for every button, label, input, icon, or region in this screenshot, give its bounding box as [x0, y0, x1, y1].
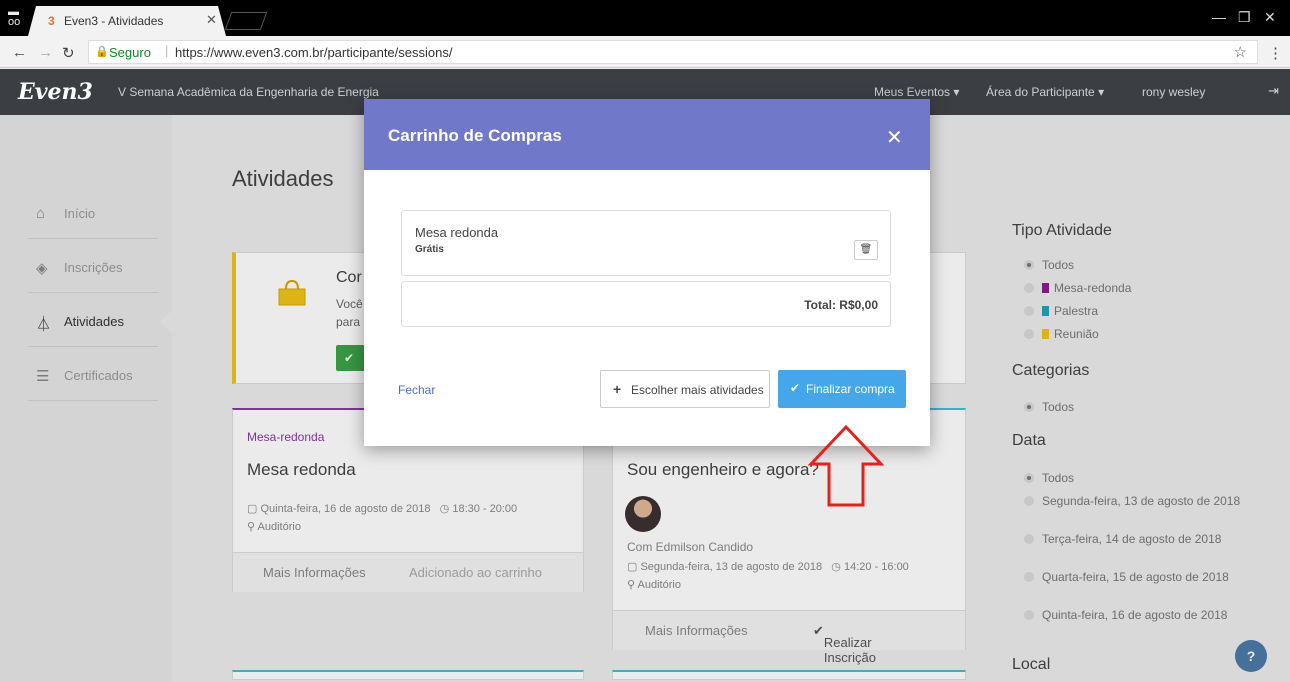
tab-title: Even3 - Atividades — [64, 14, 164, 28]
even3-logo[interactable]: Even3 — [18, 79, 93, 105]
secure-label: Seguro — [109, 45, 151, 60]
address-separator: | — [165, 43, 169, 58]
cart-item: Mesa redonda Grátis 🗑 — [401, 210, 891, 276]
incognito-icon: ▬ oo — [8, 6, 21, 28]
annotation-arrow-icon — [808, 424, 884, 507]
cart-item-price: Grátis — [415, 244, 444, 255]
url-text[interactable]: https://www.even3.com.br/participante/se… — [175, 45, 452, 60]
button-label: Finalizar compra — [806, 382, 895, 396]
cart-modal: Carrinho de Compras ✕ Mesa redonda Gráti… — [364, 99, 930, 446]
close-window-icon[interactable]: ✕ — [1264, 9, 1276, 26]
plus-icon: + — [613, 381, 622, 397]
lock-icon: 🔒 — [95, 46, 109, 58]
modal-title: Carrinho de Compras — [388, 126, 562, 145]
nav-user-name[interactable]: rony wesley — [1142, 85, 1205, 99]
tab-favicon: 3 — [48, 14, 55, 28]
trash-icon[interactable]: 🗑 — [854, 240, 878, 260]
choose-more-activities-button[interactable]: + Escolher mais atividades — [600, 370, 770, 408]
close-icon[interactable]: ✕ — [886, 125, 903, 150]
new-tab-button[interactable] — [224, 12, 268, 30]
forward-icon[interactable]: → — [38, 44, 53, 61]
tab-close-icon[interactable]: ✕ — [206, 12, 217, 28]
cart-total-row: Total: R$0,00 — [401, 281, 891, 327]
address-bar[interactable]: 🔒 Seguro | https://www.even3.com.br/part… — [88, 40, 1258, 64]
finalize-purchase-button[interactable]: ✔ Finalizar compra — [778, 370, 906, 408]
nav-area-participante[interactable]: Área do Participante ▾ — [986, 85, 1104, 99]
browser-toolbar: ← → ↻ 🔒 Seguro | https://www.even3.com.b… — [0, 36, 1290, 68]
close-link[interactable]: Fechar — [398, 383, 435, 397]
cart-total: Total: R$0,00 — [804, 298, 878, 312]
browser-tab[interactable]: 3 Even3 - Atividades ✕ — [28, 6, 226, 36]
minimize-icon[interactable]: — — [1212, 9, 1226, 25]
cart-item-name: Mesa redonda — [415, 225, 499, 240]
nav-meus-eventos[interactable]: Meus Eventos ▾ — [874, 85, 959, 99]
bookmark-star-icon[interactable]: ☆ — [1234, 43, 1247, 61]
event-name[interactable]: V Semana Acadêmica da Engenharia de Ener… — [118, 85, 379, 99]
modal-header: Carrinho de Compras ✕ — [364, 99, 930, 170]
logout-icon[interactable]: ⇥ — [1268, 83, 1279, 99]
button-label: Escolher mais atividades — [631, 383, 764, 397]
back-icon[interactable]: ← — [12, 44, 27, 61]
check-icon: ✔ — [790, 381, 801, 395]
browser-titlebar: ▬ oo 3 Even3 - Atividades ✕ — ❐ ✕ — [0, 0, 1290, 36]
browser-menu-icon[interactable]: ⋮ — [1268, 44, 1283, 62]
restore-icon[interactable]: ❐ — [1238, 9, 1251, 26]
reload-icon[interactable]: ↻ — [62, 44, 75, 62]
